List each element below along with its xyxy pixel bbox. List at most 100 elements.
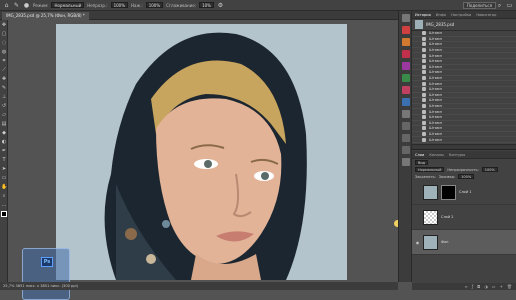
new-layer-icon[interactable]: + [500,284,503,289]
type-tool-icon[interactable]: T [1,157,7,163]
healing-brush-tool-icon[interactable]: ✚ [1,76,7,82]
layers-panel-footer: ∞ ƒ ◘ ◑ ▭ + 🗑 [412,283,516,290]
marquee-tool-icon[interactable]: ▢ [1,31,7,37]
workspace-icon[interactable]: ▭ [506,2,513,9]
zoom-tool-icon[interactable]: ⌕ [1,193,7,199]
libraries-panel-icon[interactable] [402,86,410,94]
color-swatches-icon[interactable] [1,211,7,217]
gradient-tool-icon[interactable]: ▤ [1,121,7,127]
quick-select-tool-icon[interactable]: ◍ [1,49,7,55]
crop-tool-icon[interactable]: ⌗ [1,58,7,64]
portrait-photo [56,24,347,280]
eyedropper-tool-icon[interactable]: ⟋ [1,67,7,73]
blur-tool-icon[interactable]: ◆ [1,130,7,136]
swatches-panel-icon[interactable] [402,38,410,46]
tab-layers[interactable]: Слои [415,153,424,157]
options-bar: ⌂ ✎ ● Режим: Нормальный Непрозр.: 100% Н… [0,0,516,11]
smoothing-field[interactable]: 10% [199,2,214,8]
fill-field[interactable]: 100% [458,174,475,179]
layer-mask-thumbnail[interactable] [441,184,456,200]
layer-comps-panel-icon[interactable] [402,146,410,154]
layer-row[interactable]: Слой 2 [412,205,516,230]
history-panel-footer [412,144,516,150]
share-button[interactable]: Поделиться [462,2,496,9]
home-icon[interactable]: ⌂ [3,2,10,9]
history-item[interactable]: Штамп [412,137,516,143]
history-item-label: Штамп [429,81,442,86]
delete-layer-icon[interactable]: 🗑 [507,284,512,289]
link-layers-icon[interactable]: ∞ [464,284,467,289]
canvas-area[interactable]: Ps [8,20,398,300]
brushes-panel-icon[interactable] [402,110,410,118]
shape-tool-icon[interactable]: ▭ [1,175,7,181]
history-item-label: Штамп [429,36,442,41]
patterns-panel-icon[interactable] [402,62,410,70]
layer-opacity-field[interactable]: 100% [481,167,498,172]
move-tool-icon[interactable]: ✥ [1,22,7,28]
document-tab[interactable]: IMG_2835.psd @ 25,7% (Фон, RGB/8) * [2,12,89,20]
clone-stamp-icon [422,126,426,131]
flow-field[interactable]: 100% [145,2,164,8]
clone-stamp-icon [422,59,426,64]
clone-stamp-icon [422,42,426,47]
brush-tool-icon[interactable]: ✎ [13,2,20,9]
path-select-tool-icon[interactable]: ➤ [1,166,7,172]
fx-icon[interactable]: ƒ [472,284,473,289]
document-tab-bar: IMG_2835.psd @ 25,7% (Фон, RGB/8) * [0,11,398,20]
layer-thumbnail [423,209,438,225]
clone-stamp-icon [422,115,426,120]
document-canvas[interactable] [56,24,347,280]
history-snapshot[interactable]: IMG_2835.psd [412,19,516,31]
gradients-panel-icon[interactable] [402,50,410,58]
opacity-field[interactable]: 100% [110,2,128,8]
group-icon[interactable]: ▭ [492,284,496,289]
more-tools-icon[interactable]: … [1,202,7,208]
add-mask-icon[interactable]: ◘ [477,284,480,289]
tab-channels[interactable]: Каналы [429,153,443,157]
clone-stamp-icon [422,87,426,92]
eraser-tool-icon[interactable]: ▱ [1,112,7,118]
brush-size-icon[interactable]: ● [23,2,30,9]
history-item-label: Штамп [429,53,442,58]
mode-select[interactable]: Нормальный [51,2,85,8]
layer-filter-select[interactable]: Вид [415,160,429,165]
tab-navigator[interactable]: Навигатор [476,13,496,17]
tab-adjustments[interactable]: Настройки [451,13,471,17]
character-panel-icon[interactable] [402,122,410,130]
clone-stamp-icon [422,70,426,75]
layer-row-selected[interactable]: ◉ Фон [412,230,516,255]
history-panel-tabs: История Инфо Настройки Навигатор [412,11,516,19]
snapshot-thumbnail [415,20,423,29]
brush-tool-icon[interactable]: ✎ [1,85,7,91]
flow-label: Наж.: [131,2,143,8]
clone-stamp-icon [422,76,426,81]
dodge-tool-icon[interactable]: ◐ [1,139,7,145]
clone-stamp-icon [422,120,426,125]
clone-stamp-icon [422,98,426,103]
tab-info[interactable]: Инфо [436,13,446,17]
settings-gear-icon[interactable]: ⚙ [217,2,224,9]
pen-tool-icon[interactable]: ✒ [1,148,7,154]
history-item-label: Штамп [429,126,442,131]
photoshop-logo-watermark: Ps [22,248,70,300]
layer-row[interactable]: Слой 1 [412,180,516,205]
clone-stamp-icon [422,137,426,142]
actions-panel-icon[interactable] [402,158,410,166]
panel-icon-strip [398,11,412,282]
clone-stamp-tool-icon[interactable]: ⊥ [1,94,7,100]
paragraph-panel-icon[interactable] [402,134,410,142]
tab-history[interactable]: История [415,13,431,17]
properties-panel-icon[interactable] [402,98,410,106]
visibility-eye-icon[interactable]: ◉ [415,240,420,245]
history-brush-tool-icon[interactable]: ↺ [1,103,7,109]
adjustment-layer-icon[interactable]: ◑ [484,284,488,289]
adjustments-panel-icon[interactable] [402,74,410,82]
search-icon[interactable]: ⌕ [496,2,503,9]
history-panel-icon[interactable] [402,14,410,22]
tab-paths[interactable]: Контуры [449,153,465,157]
color-panel-icon[interactable] [402,26,410,34]
hand-tool-icon[interactable]: ✋ [1,184,7,190]
blend-mode-select[interactable]: Нормальный [415,167,445,172]
lasso-tool-icon[interactable]: ◌ [1,40,7,46]
history-item-label: Штамп [429,98,442,103]
